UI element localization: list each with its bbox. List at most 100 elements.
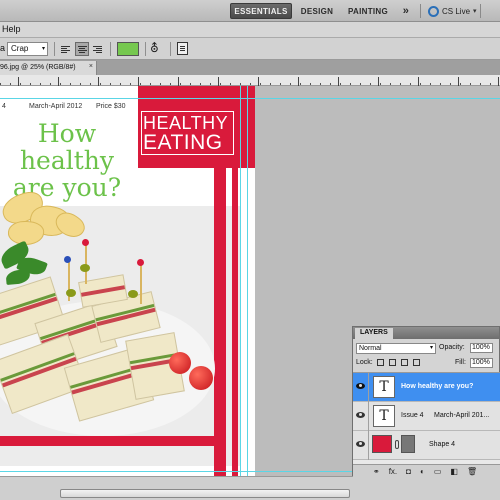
cover-headline-line-1: How healthy (19, 119, 115, 175)
lock-transparency-icon[interactable] (377, 359, 384, 366)
text-layer-thumbnail: T (373, 376, 395, 398)
more-workspaces-button[interactable]: » (398, 3, 414, 19)
application-bar: ESSENTIALS DESIGN PAINTING » CS Live ▾ (0, 0, 500, 22)
layer-row[interactable]: T Issue 4 March-April 201... (353, 402, 500, 431)
warp-text-icon[interactable]: ⛢ (150, 41, 159, 55)
vector-mask-thumbnail (401, 435, 415, 453)
link-icon[interactable] (395, 440, 399, 449)
text-layer-thumbnail: T (373, 405, 395, 427)
eye-icon[interactable] (356, 441, 365, 447)
layer-row[interactable]: Shape 4 (353, 431, 500, 460)
pick-top (64, 256, 71, 263)
guide-line[interactable] (247, 86, 248, 476)
adjustment-layer-icon[interactable]: ◐ (420, 467, 425, 476)
chevron-down-icon: ▾ (41, 46, 45, 52)
blend-row: Normal ▾ Opacity: 100% (353, 341, 500, 355)
close-icon[interactable]: × (89, 63, 93, 70)
lock-image-icon[interactable] (389, 359, 396, 366)
document-tab-bar: 96.jpg @ 25% (RGB/8#) × (0, 60, 500, 75)
olive-image (80, 264, 90, 272)
font-style-select[interactable]: Crap ▾ (7, 42, 48, 56)
character-panel-icon[interactable] (177, 42, 188, 55)
eye-icon[interactable] (356, 383, 365, 389)
document-artboard[interactable]: 4 March-April 2012 Price $30 How healthy… (0, 86, 255, 476)
scrollbar-thumb[interactable] (60, 489, 350, 498)
lock-icons (377, 359, 420, 366)
font-style-value: Crap (11, 44, 29, 53)
align-right-button[interactable] (91, 42, 105, 56)
divider (170, 42, 171, 56)
guide-line[interactable] (0, 98, 500, 99)
cover-price: Price $30 (96, 103, 126, 110)
layers-panel-footer: ⚭ fx. ◘ ◐ ▭ ◧ 🗑 (353, 464, 500, 477)
add-mask-icon[interactable]: ◘ (406, 467, 411, 476)
divider (480, 4, 481, 18)
font-family-field-partial[interactable]: a (0, 43, 5, 53)
options-bar: a Crap ▾ ⛢ (0, 38, 500, 60)
cs-live-label: CS Live (442, 6, 471, 16)
fill-field[interactable]: 100% (470, 358, 493, 368)
red-horizontal-stripe[interactable] (0, 436, 214, 446)
red-vertical-stripe[interactable] (214, 168, 226, 476)
tomato-image (189, 366, 213, 390)
lock-all-icon[interactable] (413, 359, 420, 366)
horizontal-ruler (0, 75, 500, 86)
new-layer-icon[interactable]: ◧ (450, 467, 458, 476)
eye-icon[interactable] (356, 412, 365, 418)
guide-line[interactable] (240, 86, 241, 476)
workspace-design-button[interactable]: DESIGN (298, 3, 336, 19)
cover-date: March-April 2012 (29, 103, 83, 110)
olive-image (128, 290, 138, 298)
link-layers-icon[interactable]: ⚭ (373, 467, 380, 476)
align-left-button[interactable] (59, 42, 73, 56)
layer-name-detail: March-April 201... (434, 412, 490, 419)
layer-name: How healthy are you? (401, 383, 474, 390)
layers-tab[interactable]: LAYERS (355, 328, 393, 339)
pick-top (82, 239, 89, 246)
blend-mode-value: Normal (359, 345, 382, 352)
menu-bar: Help (0, 22, 500, 38)
new-group-icon[interactable]: ▭ (434, 467, 442, 476)
layer-name: Shape 4 (429, 441, 456, 448)
shape-layer-thumbnail (372, 435, 392, 453)
add-style-icon[interactable]: fx. (389, 467, 397, 476)
menu-help[interactable]: Help (2, 24, 21, 34)
divider (54, 42, 55, 56)
layer-name: Issue 4 (401, 412, 424, 419)
cs-live-icon (428, 5, 439, 17)
layer-list: T How healthy are you? T Issue 4 March-A… (353, 372, 500, 464)
chevron-down-icon: ▾ (473, 8, 477, 15)
fill-label: Fill: (455, 359, 466, 366)
workspace-painting-button[interactable]: PAINTING (344, 3, 392, 19)
workspace-essentials-button[interactable]: ESSENTIALS (230, 3, 292, 19)
lock-row: Lock: Fill: 100% (353, 356, 500, 370)
horizontal-scrollbar[interactable] (0, 476, 500, 500)
text-color-swatch[interactable] (117, 42, 139, 56)
layer-row[interactable]: T How healthy are you? (353, 373, 500, 402)
lock-position-icon[interactable] (401, 359, 408, 366)
layers-panel: LAYERS Normal ▾ Opacity: 100% Lock: Fill… (352, 326, 500, 477)
chevron-down-icon: ▾ (429, 345, 433, 351)
cover-headline[interactable]: How healthy are you? (0, 120, 136, 201)
tomato-image (169, 352, 191, 374)
divider (110, 42, 111, 56)
olive-image (66, 289, 76, 297)
lock-label: Lock: (356, 359, 373, 366)
red-vertical-stripe-thin[interactable] (232, 168, 238, 476)
blend-mode-select[interactable]: Normal ▾ (356, 343, 436, 354)
divider (145, 42, 146, 56)
photoshop-window: ESSENTIALS DESIGN PAINTING » CS Live ▾ H… (0, 0, 500, 500)
banner-line-2: EATING (143, 131, 223, 154)
align-center-button[interactable] (75, 42, 89, 56)
panel-title-bar[interactable]: LAYERS (353, 327, 499, 339)
cocktail-pick (140, 264, 142, 304)
cover-issue: 4 (2, 103, 6, 110)
trash-icon[interactable]: 🗑 (467, 467, 477, 476)
document-tab[interactable]: 96.jpg @ 25% (RGB/8#) × (0, 61, 97, 75)
cs-live-button[interactable]: CS Live ▾ (428, 4, 477, 18)
opacity-label: Opacity: (439, 344, 465, 351)
document-tab-title: 96.jpg @ 25% (RGB/8#) (0, 64, 76, 71)
pick-top (137, 259, 144, 266)
divider (420, 4, 421, 18)
opacity-field[interactable]: 100% (470, 343, 493, 353)
